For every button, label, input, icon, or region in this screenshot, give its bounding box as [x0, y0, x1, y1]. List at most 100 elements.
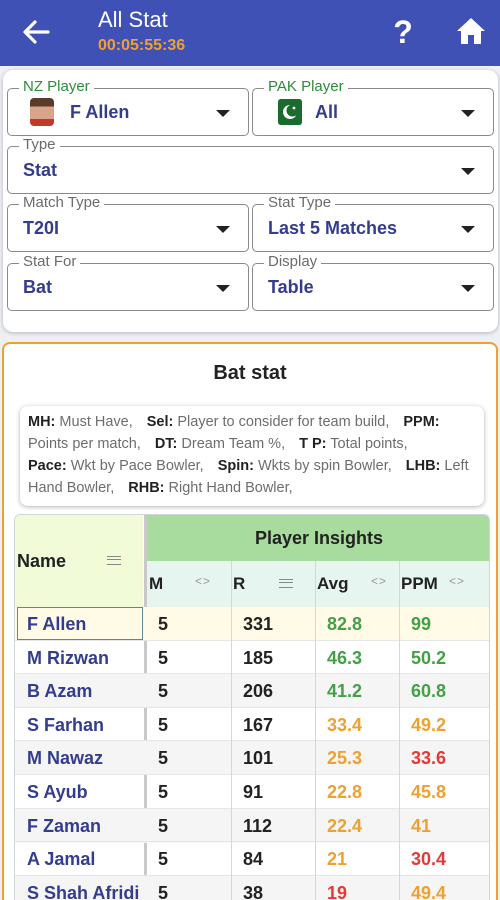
dropdown-caret-icon [216, 226, 230, 233]
table-row[interactable]: S Farhan 5 167 33.4 49.2 [15, 708, 489, 742]
nz-player-label: NZ Player [19, 78, 94, 96]
cell-r: 38 [243, 882, 264, 900]
legend-key: PPM: [403, 414, 440, 430]
table-row[interactable]: B Azam 5 206 41.2 60.8 [15, 674, 489, 709]
cell-ppm: 50.2 [411, 647, 447, 668]
type-dropdown[interactable]: Type Stat [7, 136, 494, 194]
cell-name[interactable]: S Shah Afridi [27, 883, 139, 900]
column-sort-icon[interactable]: <> [371, 574, 387, 588]
cell-avg: 41.2 [327, 681, 363, 702]
legend-key: MH: [28, 414, 56, 430]
cell-avg: 22.8 [327, 782, 363, 802]
column-sort-icon[interactable]: <> [195, 574, 211, 588]
player-insights-group-header: Player Insights [147, 515, 489, 561]
stat-type-dropdown[interactable]: Stat Type Last 5 Matches [252, 194, 494, 252]
legend-key: DT: [154, 436, 178, 452]
cell-name[interactable]: S Ayub [27, 782, 88, 803]
cell-name[interactable]: M Nawaz [27, 748, 103, 769]
nz-player-dropdown[interactable]: NZ Player F Allen [7, 78, 249, 136]
back-arrow-icon[interactable] [18, 14, 54, 50]
cell-r: 91 [243, 782, 264, 802]
filters-card: NZ Player F Allen PAK Player All Type St… [3, 70, 498, 332]
table-row[interactable]: F Allen 5 331 82.8 99 [15, 607, 489, 641]
column-divider [399, 561, 400, 900]
cell-ppm: 99 [411, 614, 432, 634]
legend-key: T P: [299, 436, 327, 452]
table-row[interactable]: M Rizwan 5 185 46.3 50.2 [15, 641, 489, 675]
cell-name[interactable]: B Azam [27, 681, 92, 702]
nz-player-value: F Allen [70, 102, 130, 122]
cell-ppm: 33.6 [411, 748, 447, 769]
column-header-label: M [149, 574, 164, 593]
table-row[interactable]: S Ayub 5 91 22.8 45.8 [15, 775, 489, 809]
home-icon[interactable] [454, 14, 488, 48]
legend-desc: Wkt by Pace Bowler, [70, 458, 204, 474]
cell-avg: 22.4 [327, 815, 363, 836]
cell-name[interactable]: S Farhan [27, 715, 104, 736]
legend-key: RHB: [128, 480, 165, 496]
cell-r: 101 [243, 748, 274, 769]
table-row[interactable]: A Jamal 5 84 21 30.4 [15, 842, 489, 876]
cell-ppm: 49.2 [411, 714, 447, 735]
table-row[interactable]: M Nawaz 5 101 25.3 33.6 [15, 741, 489, 776]
cell-r: 206 [243, 681, 274, 702]
display-dropdown[interactable]: Display Table [252, 253, 494, 311]
name-column-header[interactable]: Name [15, 515, 143, 607]
countdown-timer: 00:05:55:36 [98, 37, 186, 54]
stat-type-label: Stat Type [264, 194, 336, 212]
dropdown-caret-icon [461, 226, 475, 233]
cell-avg: 82.8 [327, 614, 363, 634]
match-type-label: Match Type [19, 194, 105, 212]
cell-ppm: 30.4 [411, 849, 447, 870]
match-type-dropdown[interactable]: Match Type T20I [7, 194, 249, 252]
cell-ppm: 60.8 [411, 681, 447, 702]
table-row[interactable]: S Shah Afridi 5 38 19 49.4 [15, 875, 489, 900]
pak-player-label: PAK Player [264, 78, 348, 96]
stat-type-value: Last 5 Matches [268, 218, 398, 238]
cell-m: 5 [158, 849, 169, 870]
column-header-ppm[interactable]: PPM <> [399, 561, 489, 607]
legend-key: LHB: [405, 458, 441, 474]
cell-m: 5 [158, 782, 169, 802]
help-icon[interactable]: ? [388, 12, 418, 52]
column-menu-icon[interactable] [107, 556, 121, 565]
cell-avg: 19 [327, 882, 348, 900]
legend-desc: Total points, [330, 436, 408, 452]
column-divider [231, 561, 232, 900]
legend-key: Spin: [217, 458, 254, 474]
name-header-label: Name [17, 551, 67, 571]
cell-ppm: 41 [411, 815, 432, 836]
column-header-avg[interactable]: Avg <> [315, 561, 399, 607]
cell-name[interactable]: F Zaman [27, 816, 101, 837]
column-menu-icon[interactable] [279, 579, 293, 588]
legend-desc: Right Hand Bowler, [168, 480, 293, 496]
player-insights-label: Player Insights [254, 528, 384, 548]
legend-desc: Points per match, [28, 436, 141, 452]
type-label: Type [19, 136, 60, 154]
column-header-label: PPM [401, 574, 438, 593]
cell-name[interactable]: F Allen [27, 614, 86, 635]
column-header-r[interactable]: R [231, 561, 315, 607]
stat-for-dropdown[interactable]: Stat For Bat [7, 253, 249, 311]
dropdown-caret-icon [461, 285, 475, 292]
dropdown-caret-icon [461, 110, 475, 117]
cell-r: 112 [243, 815, 273, 836]
legend-key: Sel: [146, 414, 174, 430]
display-value: Table [268, 277, 314, 297]
column-sort-icon[interactable]: <> [449, 574, 465, 588]
bat-stat-table: Name Player Insights M <> R Avg <> PPM <… [14, 514, 490, 900]
match-type-value: T20I [23, 218, 60, 238]
pakistan-flag-icon [278, 99, 302, 125]
column-divider [315, 561, 316, 900]
cell-name[interactable]: M Rizwan [27, 648, 109, 669]
cell-ppm: 45.8 [411, 782, 447, 802]
dropdown-caret-icon [216, 285, 230, 292]
column-header-label: R [233, 574, 246, 593]
column-header-m[interactable]: M <> [147, 561, 231, 607]
cell-avg: 33.4 [327, 714, 363, 735]
cell-ppm: 49.4 [411, 882, 447, 900]
cell-m: 5 [158, 647, 169, 668]
pak-player-dropdown[interactable]: PAK Player All [252, 78, 494, 136]
cell-name[interactable]: A Jamal [27, 849, 95, 870]
table-row[interactable]: F Zaman 5 112 22.4 41 [15, 808, 489, 843]
